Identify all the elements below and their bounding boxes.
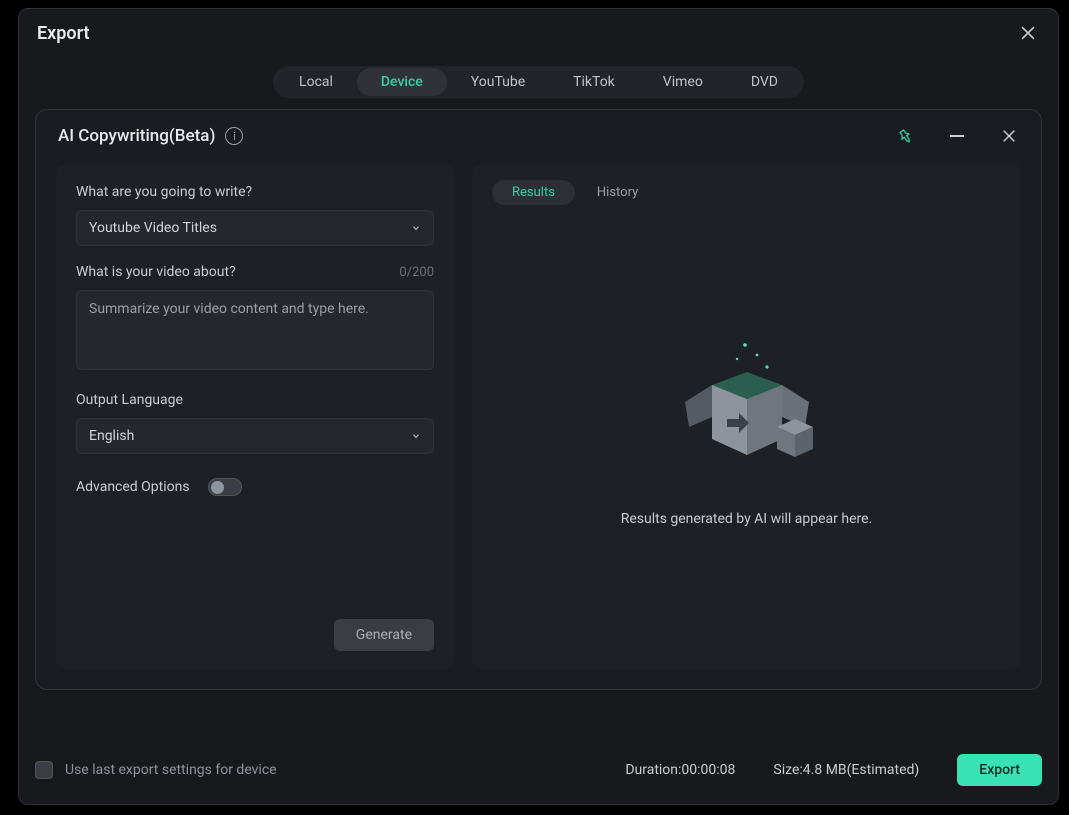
char-counter: 0/200: [399, 265, 434, 280]
empty-state: Results generated by AI will appear here…: [492, 205, 1001, 649]
export-title: Export: [19, 9, 1058, 56]
tab-local[interactable]: Local: [275, 68, 357, 96]
use-last-settings-checkbox[interactable]: [35, 761, 53, 779]
video-about-label: What is your video about?: [76, 264, 236, 280]
write-type-select[interactable]: Youtube Video Titles: [76, 210, 434, 246]
output-language-value: English: [89, 428, 134, 444]
tab-device[interactable]: Device: [357, 68, 447, 96]
ai-copywriting-panel: AI Copywriting(Beta) i What are you goin…: [35, 109, 1042, 690]
advanced-options-toggle[interactable]: [208, 478, 242, 496]
close-panel-icon[interactable]: [999, 126, 1019, 146]
duration-readout: Duration:00:00:08: [625, 762, 735, 778]
export-tab-strip: Local Device YouTube TikTok Vimeo DVD: [19, 66, 1058, 98]
minimize-icon[interactable]: [947, 126, 967, 146]
tab-tiktok[interactable]: TikTok: [549, 68, 639, 96]
ai-input-card: What are you going to write? Youtube Vid…: [56, 164, 454, 669]
chevron-down-icon: [411, 223, 421, 233]
video-about-textarea[interactable]: Summarize your video content and type he…: [76, 290, 434, 370]
close-icon[interactable]: [1018, 23, 1038, 43]
ai-panel-title: AI Copywriting(Beta): [58, 126, 215, 146]
use-last-settings-label: Use last export settings for device: [65, 762, 277, 778]
pin-icon[interactable]: [895, 126, 915, 146]
generate-button[interactable]: Generate: [334, 619, 434, 651]
size-readout: Size:4.8 MB(Estimated): [773, 762, 919, 778]
ai-panel-header: AI Copywriting(Beta) i: [36, 110, 1041, 154]
advanced-options-label: Advanced Options: [76, 479, 190, 495]
empty-state-text: Results generated by AI will appear here…: [621, 511, 873, 527]
output-language-select[interactable]: English: [76, 418, 434, 454]
tab-history[interactable]: History: [597, 185, 638, 200]
export-footer: Use last export settings for device Dura…: [35, 754, 1042, 786]
write-type-value: Youtube Video Titles: [89, 220, 217, 236]
tab-youtube[interactable]: YouTube: [447, 68, 549, 96]
tab-results[interactable]: Results: [492, 180, 575, 205]
open-box-icon: [667, 327, 827, 487]
chevron-down-icon: [411, 431, 421, 441]
ai-results-card: Results History: [472, 164, 1021, 669]
tab-dvd[interactable]: DVD: [727, 68, 802, 96]
export-window: Export Local Device YouTube TikTok Vimeo…: [18, 8, 1059, 805]
info-icon[interactable]: i: [225, 127, 243, 145]
output-language-label: Output Language: [76, 392, 434, 408]
results-tab-row: Results History: [492, 180, 1001, 205]
write-type-label: What are you going to write?: [76, 184, 434, 200]
export-button[interactable]: Export: [957, 754, 1042, 786]
tab-vimeo[interactable]: Vimeo: [639, 68, 727, 96]
